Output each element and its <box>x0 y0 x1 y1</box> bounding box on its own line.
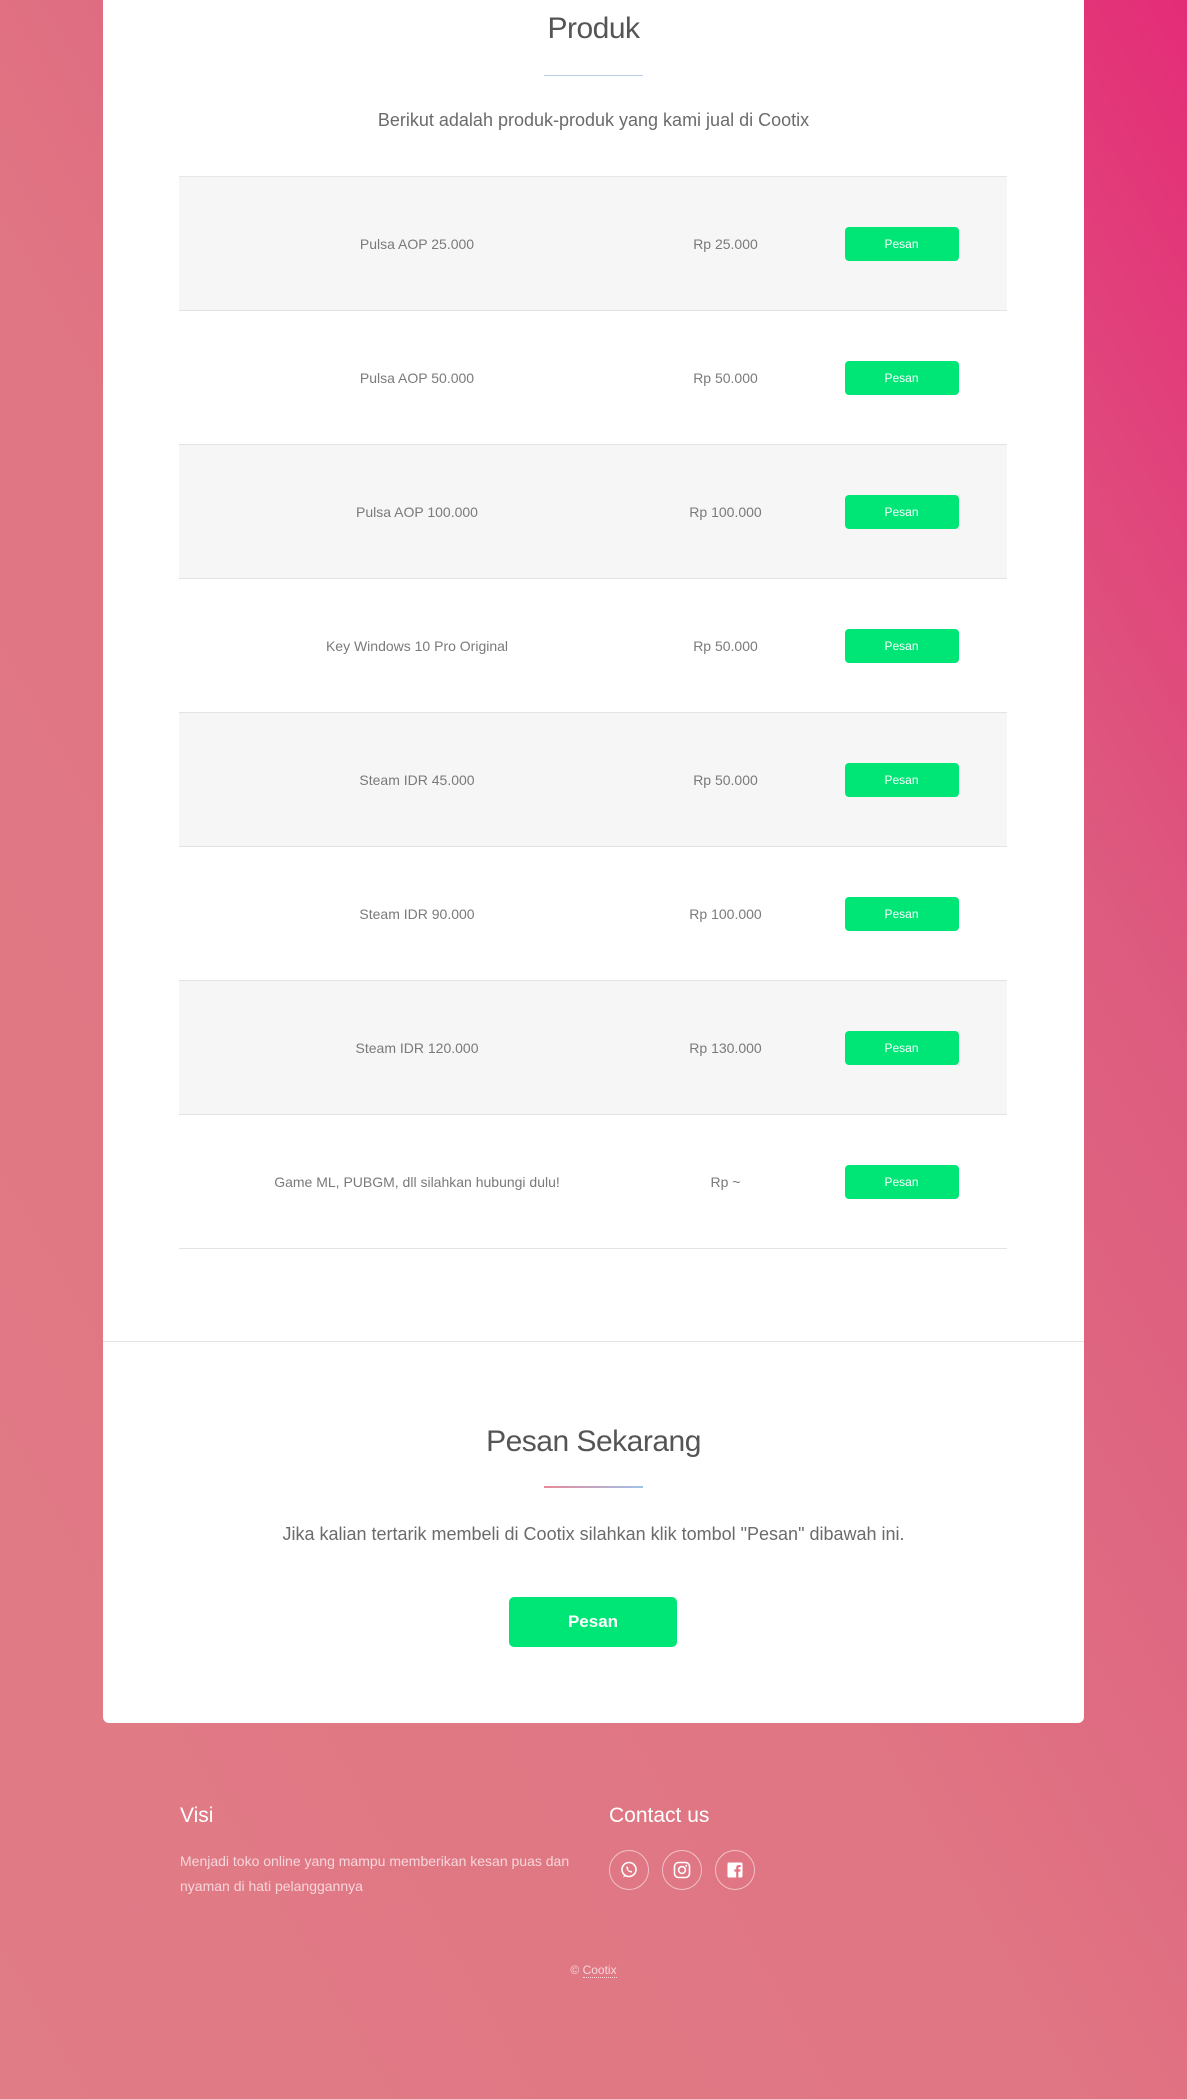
products-subtitle: Berikut adalah produk-produk yang kami j… <box>377 110 810 130</box>
instagram-link[interactable] <box>662 1850 702 1890</box>
product-row: Pulsa AOP 100.000 Rp 100.000 Pesan <box>179 444 1007 579</box>
product-price: Rp 100.000 <box>655 444 796 579</box>
contact-title: Contact us <box>609 1804 710 1827</box>
vision-text: Menjadi toko online yang mampu memberika… <box>180 1853 570 1894</box>
product-row: Steam IDR 45.000 Rp 50.000 Pesan <box>179 712 1007 847</box>
product-action-cell: Pesan <box>796 1114 1007 1249</box>
order-now-button[interactable]: Pesan <box>509 1597 677 1647</box>
product-action-cell: Pesan <box>796 176 1007 311</box>
order-text: Jika kalian tertarik membeli di Cootix s… <box>282 1524 905 1544</box>
copyright-link[interactable]: Cootix <box>582 1963 617 1978</box>
product-action-cell: Pesan <box>796 980 1007 1115</box>
product-price: Rp 25.000 <box>655 176 796 311</box>
product-name: Pulsa AOP 50.000 <box>179 310 655 445</box>
product-row: Steam IDR 90.000 Rp 100.000 Pesan <box>179 846 1007 981</box>
order-button[interactable]: Pesan <box>844 494 959 529</box>
copyright-symbol: © <box>570 1963 580 1977</box>
product-row: Pulsa AOP 25.000 Rp 25.000 Pesan <box>179 176 1007 311</box>
instagram-icon <box>673 1861 691 1879</box>
product-row: Key Windows 10 Pro Original Rp 50.000 Pesa… <box>179 578 1007 713</box>
product-name: Steam IDR 120.000 <box>179 980 655 1115</box>
product-price: Rp 50.000 <box>655 578 796 713</box>
product-action-cell: Pesan <box>796 310 1007 445</box>
product-name: Steam IDR 45.000 <box>179 712 655 847</box>
product-price: Rp 130.000 <box>655 980 796 1115</box>
products-title-underline <box>544 75 643 76</box>
order-title: Pesan Sekarang <box>486 1425 701 1458</box>
product-row: Game ML, PUBGM, dll silahkan hubungi dul… <box>179 1114 1007 1249</box>
product-row: Steam IDR 120.000 Rp 130.000 Pesan <box>179 980 1007 1115</box>
facebook-link[interactable] <box>715 1850 755 1890</box>
product-name: Steam IDR 90.000 <box>179 846 655 981</box>
products-title: Produk <box>547 12 640 45</box>
order-button[interactable]: Pesan <box>844 628 959 663</box>
product-price: Rp 50.000 <box>655 310 796 445</box>
order-title-underline <box>544 1486 643 1488</box>
vision-title: Visi <box>180 1804 214 1827</box>
order-button[interactable]: Pesan <box>844 1030 959 1065</box>
product-name: Key Windows 10 Pro Original <box>179 578 655 713</box>
product-price: Rp 100.000 <box>655 846 796 981</box>
product-name: Pulsa AOP 100.000 <box>179 444 655 579</box>
order-button[interactable]: Pesan <box>844 1164 959 1199</box>
product-price: Rp ~ <box>655 1114 796 1249</box>
order-button[interactable]: Pesan <box>844 762 959 797</box>
order-button[interactable]: Pesan <box>844 360 959 395</box>
products-table: Pulsa AOP 25.000 Rp 25.000 Pesan Pulsa AOP … <box>179 176 1007 1249</box>
facebook-icon <box>727 1862 743 1878</box>
whatsapp-icon <box>621 1861 637 1878</box>
order-button[interactable]: Pesan <box>844 896 959 931</box>
product-action-cell: Pesan <box>796 578 1007 713</box>
product-action-cell: Pesan <box>796 712 1007 847</box>
whatsapp-link[interactable] <box>609 1850 649 1890</box>
main-card: Produk Berikut adalah produk-produk yang… <box>103 0 1084 1723</box>
product-action-cell: Pesan <box>796 444 1007 579</box>
product-name: Game ML, PUBGM, dll silahkan hubungi dul… <box>179 1114 655 1249</box>
order-button[interactable]: Pesan <box>844 226 959 261</box>
product-price: Rp 50.000 <box>655 712 796 847</box>
product-action-cell: Pesan <box>796 846 1007 981</box>
product-row: Pulsa AOP 50.000 Rp 50.000 Pesan <box>179 310 1007 445</box>
copyright: © Cootix <box>0 1963 1187 1978</box>
section-divider <box>103 1341 1084 1342</box>
product-name: Pulsa AOP 25.000 <box>179 176 655 311</box>
